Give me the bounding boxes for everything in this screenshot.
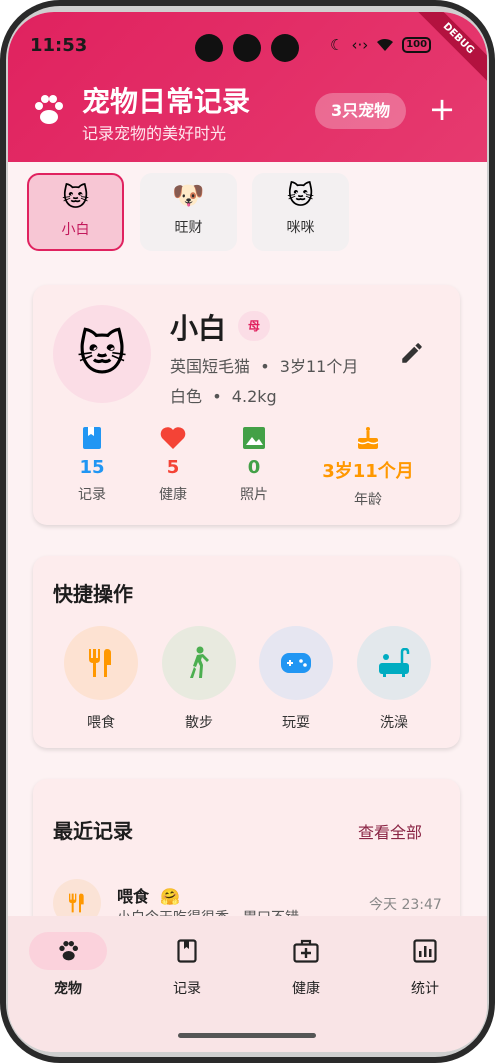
phone-frame: 11:53 ☾ ‹·› 100 DEBUG 宠物日常记录 记录宠物的美好时光 3… [0,0,495,1063]
app-header: 11:53 ☾ ‹·› 100 DEBUG 宠物日常记录 记录宠物的美好时光 3… [8,12,487,162]
sex-badge: 母 [238,311,270,341]
nav-stats[interactable]: 统计 [385,932,465,998]
pet-tab[interactable]: 🐶 旺财 [140,173,237,251]
book-icon [83,427,101,449]
medkit-icon [293,939,319,963]
record-time: 今天 23:47 [369,897,442,913]
pet-tab[interactable]: 🐱 咪咪 [252,173,349,251]
pet-tab-label: 咪咪 [286,220,315,236]
screen: 11:53 ☾ ‹·› 100 DEBUG 宠物日常记录 记录宠物的美好时光 3… [8,12,487,1052]
cat-icon: 🐱 [286,181,315,211]
data-icon: ‹·› [351,36,369,54]
paw-icon [35,95,63,124]
walk-button[interactable]: 散步 [154,626,244,732]
play-button[interactable]: 玩耍 [251,626,341,732]
stat-age: 3岁11个月 年龄 [318,425,418,509]
view-all-link[interactable]: 查看全部 [358,819,422,843]
gamepad-icon [281,653,311,673]
dog-icon: 🐶 [172,181,205,211]
pet-tab-label: 小白 [61,222,90,238]
pet-tab[interactable]: 🐱 小白 [27,173,124,251]
nav-pets[interactable]: 宠物 [28,932,108,998]
utensils-icon [69,893,84,913]
status-icons: ☾ ‹·› 100 [330,36,432,54]
app-subtitle: 记录宠物的美好时光 [82,124,227,143]
nav-health[interactable]: 健康 [266,932,346,998]
stat-photos: 0 照片 [204,425,304,504]
status-time: 11:53 [30,35,88,56]
bottom-navigation: 宠物 记录 健康 统计 [8,916,487,1052]
section-title: 最近记录 [53,819,133,843]
camera-dot [233,34,261,62]
pet-breed-age: 英国短毛猫 • 3岁11个月 [170,357,359,376]
paw-icon [59,941,78,961]
nav-records[interactable]: 记录 [147,932,227,998]
profile-card: 🐱 小白 母 英国短毛猫 • 3岁11个月 白色 • 4.2kg 15 记录 5… [33,285,460,525]
pet-color-weight: 白色 • 4.2kg [170,387,277,406]
cake-icon [357,427,379,449]
add-pet-button[interactable]: + [424,92,460,128]
image-icon [243,427,265,449]
heart-icon [160,427,186,449]
pet-count-badge[interactable]: 3只宠物 [315,93,407,129]
edit-icon[interactable] [399,340,425,366]
mood-icon: 🤗 [160,887,181,906]
moon-icon: ☾ [330,36,344,54]
bath-icon [379,648,410,677]
quick-actions-card: 快捷操作 喂食 散步 玩耍 洗澡 [33,556,460,748]
cat-icon: 🐱 [61,183,90,213]
section-title: 快捷操作 [53,582,133,606]
camera-dot [271,34,299,62]
home-indicator[interactable] [178,1033,316,1038]
walk-icon [190,646,209,678]
app-title: 宠物日常记录 [82,85,251,118]
utensils-icon [89,649,111,677]
chart-icon [413,939,437,963]
bath-button[interactable]: 洗澡 [349,626,439,732]
pet-avatar: 🐱 [53,305,151,403]
record-title[interactable]: 喂食 🤗 [117,883,180,907]
wifi-icon [377,38,394,51]
book-icon [177,939,197,963]
feed-button[interactable]: 喂食 [56,626,146,732]
pet-tab-label: 旺财 [174,220,203,236]
pet-name: 小白 [170,312,227,345]
battery-icon: 100 [402,37,432,53]
camera-dot [195,34,223,62]
